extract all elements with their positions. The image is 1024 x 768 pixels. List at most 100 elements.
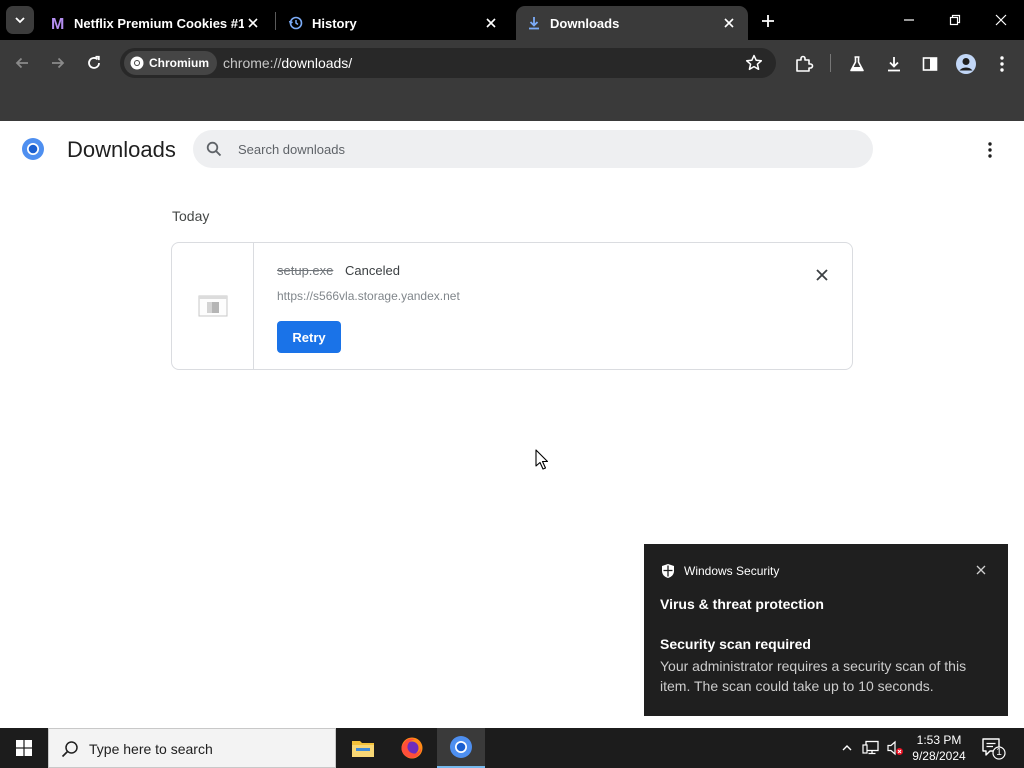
chromium-icon	[450, 736, 472, 758]
notification-heading: Security scan required	[660, 636, 811, 652]
url-path: downloads/	[281, 55, 353, 71]
profile-button[interactable]	[954, 52, 978, 76]
file-icon	[198, 295, 227, 317]
chromium-taskbar-button[interactable]	[437, 728, 485, 768]
forward-button[interactable]	[44, 49, 72, 77]
windows-taskbar: Type here to search 1:53 PM 9/28/2024 1	[0, 728, 1024, 768]
address-bar[interactable]: Chromium chrome://downloads/	[120, 48, 776, 78]
system-clock[interactable]: 1:53 PM 9/28/2024	[902, 732, 976, 764]
taskbar-search-placeholder: Type here to search	[89, 741, 213, 757]
arrow-right-icon	[52, 57, 65, 69]
side-panel-icon	[922, 57, 938, 71]
download-filename[interactable]: setup.exe	[277, 263, 333, 278]
tab-title: Downloads	[550, 15, 620, 31]
minimize-button[interactable]	[886, 0, 932, 40]
download-status: Canceled	[345, 263, 400, 278]
more-vertical-icon	[1000, 56, 1004, 72]
network-tray-button[interactable]	[861, 738, 881, 758]
site-chip-label: Chromium	[149, 56, 209, 70]
windows-logo-icon	[16, 740, 32, 756]
taskbar-search-box[interactable]: Type here to search	[48, 728, 336, 768]
side-panel-button[interactable]	[918, 52, 942, 76]
labs-button[interactable]	[845, 52, 869, 76]
close-tab-icon[interactable]	[244, 14, 262, 32]
reload-button[interactable]	[80, 49, 108, 77]
chromium-logo-icon	[22, 138, 44, 160]
bookmarks-bar	[0, 86, 1024, 121]
download-file-icon-area	[172, 243, 254, 369]
browser-menu-button[interactable]	[990, 52, 1014, 76]
minimize-icon	[904, 19, 914, 21]
restore-icon	[949, 14, 961, 26]
downloads-toolbar-button[interactable]	[882, 52, 906, 76]
file-explorer-taskbar-button[interactable]	[339, 728, 387, 768]
notification-body: Your administrator requires a security s…	[660, 658, 967, 694]
profile-avatar-icon	[956, 54, 976, 74]
action-center-button[interactable]: 1	[980, 736, 1006, 760]
search-icon	[206, 141, 222, 157]
download-icon	[526, 15, 542, 31]
downloads-menu-button[interactable]	[978, 138, 1002, 162]
tab-divider	[275, 12, 276, 30]
svg-text:M: M	[51, 16, 64, 31]
download-icon	[888, 57, 900, 72]
retry-button[interactable]: Retry	[277, 321, 341, 353]
extensions-button[interactable]	[792, 52, 816, 76]
mouse-cursor-icon	[535, 449, 549, 470]
tab-strip: M Netflix Premium Cookies #1 Up History …	[0, 0, 1024, 40]
puzzle-icon	[796, 55, 814, 72]
notification-title: Virus & threat protection	[660, 596, 824, 612]
close-tab-icon[interactable]	[720, 14, 738, 32]
download-item-card: setup.exe Canceled https://s566vla.stora…	[171, 242, 853, 370]
new-tab-button[interactable]	[756, 9, 780, 33]
reload-icon	[88, 55, 100, 69]
close-icon	[976, 565, 986, 575]
tab-search-button[interactable]	[6, 6, 34, 34]
close-tab-icon[interactable]	[482, 14, 500, 32]
chromium-icon	[130, 56, 144, 70]
bookmark-star-icon[interactable]	[744, 53, 764, 73]
notification-app-name: Windows Security	[684, 564, 780, 578]
back-button[interactable]	[8, 49, 36, 77]
remove-download-button[interactable]	[812, 265, 832, 285]
flask-icon	[850, 56, 864, 72]
start-button[interactable]	[0, 728, 48, 768]
notification-close-button[interactable]	[972, 561, 990, 579]
firefox-taskbar-button[interactable]	[388, 728, 436, 768]
folder-icon	[352, 741, 374, 757]
url-scheme: chrome://	[223, 55, 282, 71]
m-site-icon: M	[50, 15, 66, 31]
toolbar-divider	[830, 54, 831, 72]
chevron-down-icon	[15, 17, 25, 24]
windows-security-notification[interactable]: Windows Security Virus & threat protecti…	[644, 544, 1008, 716]
firefox-icon	[401, 737, 423, 759]
search-input[interactable]	[238, 139, 838, 159]
site-info-chip[interactable]: Chromium	[124, 51, 217, 75]
url-text[interactable]: chrome://downloads/	[223, 55, 352, 71]
more-vertical-icon	[988, 142, 992, 158]
clock-time: 1:53 PM	[916, 733, 962, 747]
close-icon	[995, 14, 1007, 26]
search-downloads-box[interactable]	[193, 130, 873, 168]
date-header: Today	[172, 208, 210, 224]
close-window-button[interactable]	[978, 0, 1024, 40]
download-source-url[interactable]: https://s566vla.storage.yandex.net	[277, 289, 460, 303]
shield-icon	[662, 564, 674, 578]
tab-history[interactable]: History	[278, 6, 510, 40]
arrow-left-icon	[15, 57, 28, 69]
show-hidden-icons-button[interactable]	[837, 738, 857, 758]
page-title: Downloads	[67, 137, 176, 162]
tab-netflix[interactable]: M Netflix Premium Cookies #1 Up	[40, 6, 272, 40]
search-icon	[61, 741, 78, 758]
notification-count: 1	[996, 747, 1002, 758]
tab-downloads[interactable]: Downloads	[516, 6, 748, 40]
clock-date: 9/28/2024	[912, 749, 966, 763]
restore-button[interactable]	[932, 0, 978, 40]
tab-title: History	[312, 15, 357, 31]
tab-title: Netflix Premium Cookies #1 Up	[74, 15, 244, 31]
network-icon	[862, 740, 879, 755]
history-icon	[288, 15, 304, 31]
chevron-up-icon	[842, 745, 852, 751]
close-icon	[816, 269, 828, 281]
plus-icon	[762, 15, 774, 27]
